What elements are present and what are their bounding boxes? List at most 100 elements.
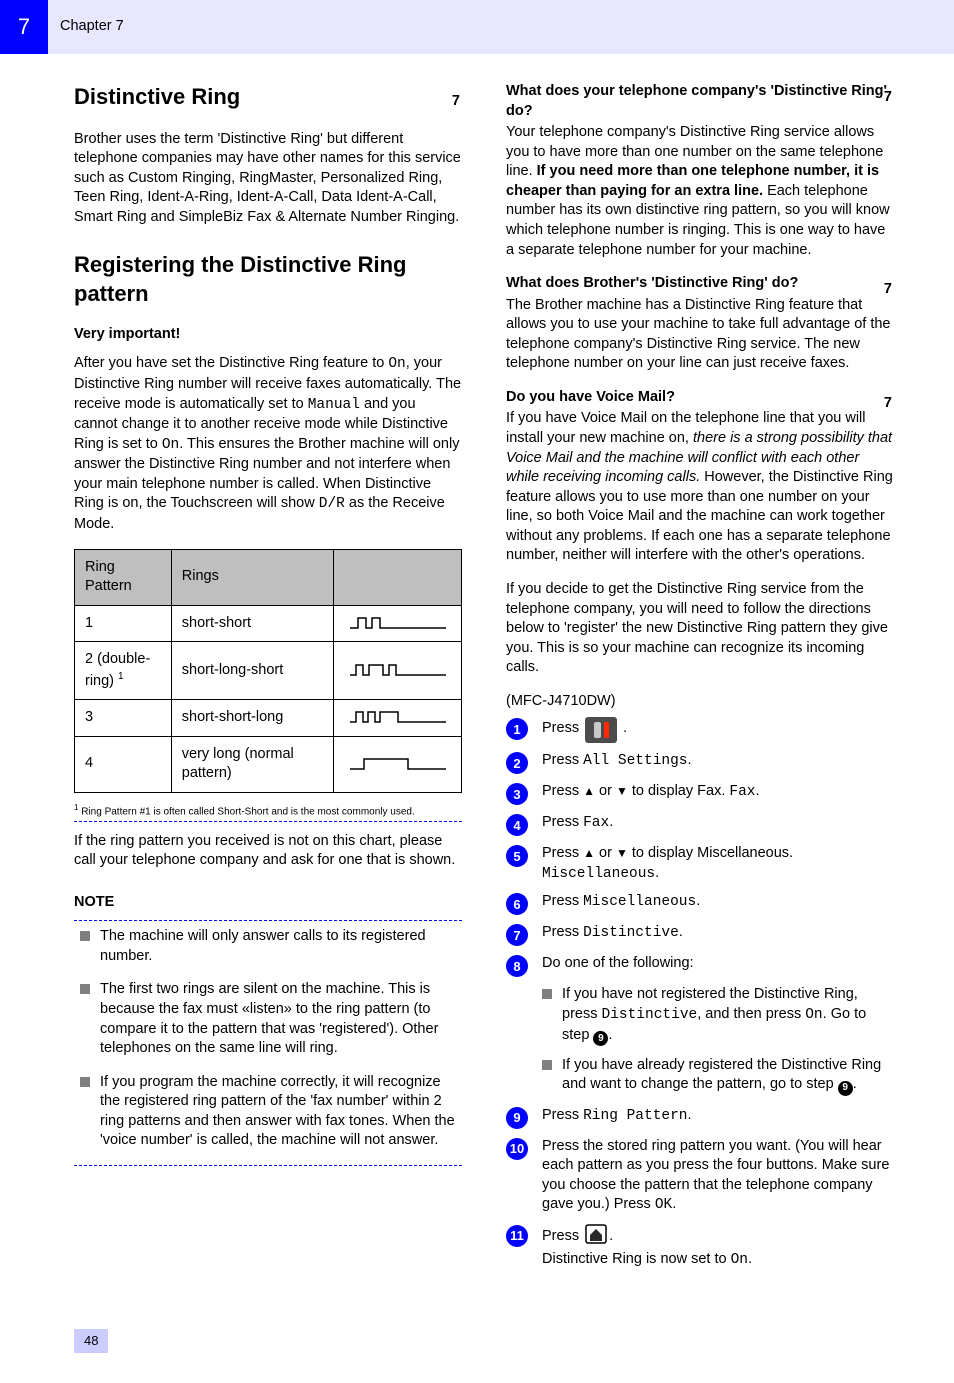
step-2-text: Press All Settings. (542, 751, 894, 772)
very-important: Very important! (74, 325, 462, 345)
subhead-what-does-telco: What does your telephone company's 'Dist… (506, 82, 894, 121)
list-item: If you have already registered the Disti… (542, 1056, 894, 1096)
step-badge-9: 9 (506, 1107, 528, 1129)
pattern-desc: short-long-short (171, 642, 334, 700)
page-number: 48 (74, 1329, 108, 1353)
step-10: 10 Press the stored ring pattern you wan… (506, 1137, 894, 1216)
intro-para-1: Brother uses the term 'Distinctive Ring'… (74, 130, 462, 228)
list-item: If you have not registered the Distincti… (542, 985, 894, 1045)
s5c: to display Miscellaneous. (628, 845, 793, 861)
step-badge-4: 4 (506, 814, 528, 836)
pattern-id: 4 (75, 736, 172, 792)
footnote-text: Ring Pattern #1 is often called Short-Sh… (81, 806, 415, 817)
s3c: to display Fax. (628, 783, 726, 799)
home-icon[interactable] (585, 1224, 607, 1251)
square-bullet-icon (80, 931, 90, 941)
footnote-divider (74, 821, 462, 822)
ref9b: 9 (842, 1081, 848, 1095)
pattern-id: 3 (75, 700, 172, 737)
note-divider-bottom (74, 1165, 462, 1166)
step-badge-6: 6 (506, 893, 528, 915)
step-9: 9 Press Ring Pattern. (506, 1106, 894, 1129)
ref9a: 9 (598, 1032, 604, 1046)
subhead-what-does-brother: What does Brother's 'Distinctive Ring' d… (506, 274, 894, 294)
step-badge-10: 10 (506, 1138, 528, 1160)
subhead-voicemail: Do you have Voice Mail? (506, 388, 894, 408)
step-ref-9-badge[interactable]: 9 (593, 1031, 608, 1046)
step-2: 2 Press All Settings. (506, 751, 894, 774)
note-box: NOTE The machine will only answer calls … (74, 893, 462, 1166)
up-triangle-icon: ▲ (583, 845, 595, 861)
chapter-number: 7 (18, 12, 30, 42)
step-3: 3 Press ▲ or ▼ to display Fax. Fax. (506, 782, 894, 805)
step-badge-8: 8 (506, 955, 528, 977)
registering-para: After you have set the Distinctive Ring … (74, 355, 461, 532)
list-item: The machine will only answer calls to it… (80, 927, 462, 966)
down-triangle-icon: ▼ (616, 783, 628, 799)
step-5: 5 Press ▲ or ▼ to display Miscellaneous.… (506, 844, 894, 884)
step-ref-9-badge[interactable]: 9 (838, 1081, 853, 1096)
voicemail-para: If you have Voice Mail on the telephone … (506, 409, 894, 566)
section-ref-7d: 7 (884, 394, 892, 414)
step-badge-11: 11 (506, 1225, 528, 1247)
s5a: Press (542, 845, 583, 861)
table-footnote: 1 Ring Pattern #1 is often called Short-… (74, 803, 462, 819)
note-text-2: The first two rings are silent on the ma… (100, 980, 462, 1058)
table-row: 2 (double-ring) 1 short-long-short (75, 642, 462, 700)
square-bullet-icon (80, 1077, 90, 1087)
table-row: 1 short-short (75, 605, 462, 642)
step-8b-text: If you have already registered the Disti… (562, 1056, 894, 1096)
pattern-id: 1 (75, 605, 172, 642)
table-header-image (334, 549, 462, 605)
step-10-text: Press the stored ring pattern you want. … (542, 1137, 894, 1216)
table-header-pattern: Ring Pattern (75, 549, 172, 605)
step-1-text-a: Press (542, 720, 583, 736)
steps-list: 1 Press . 2 Press All Settings. 3 (506, 717, 894, 1271)
step-11: 11 Press . Distinctive Ring is now set t… (506, 1224, 894, 1271)
table-row: 3 short-short-long (75, 700, 462, 737)
down-triangle-icon: ▼ (616, 845, 628, 861)
pattern-desc: short-short-long (171, 700, 334, 737)
section-title-distinctive-ring: Distinctive Ring (74, 82, 462, 112)
step-7: 7 Press Distinctive. (506, 923, 894, 946)
section-ref-7c: 7 (884, 280, 892, 300)
pattern-wave (334, 605, 462, 642)
model-label: (MFC-J4710DW) (506, 692, 894, 712)
section-ref-7b: 7 (884, 88, 892, 108)
tools-icon[interactable] (585, 717, 617, 743)
pattern-desc: short-short (171, 605, 334, 642)
table-header-rings: Rings (171, 549, 334, 605)
step-badge-5: 5 (506, 845, 528, 867)
s3a: Press (542, 783, 583, 799)
step-3-text: Press ▲ or ▼ to display Fax. Fax. (542, 782, 894, 803)
step-8a-text: If you have not registered the Distincti… (562, 985, 894, 1045)
step-6: 6 Press Miscellaneous. (506, 892, 894, 915)
step-1-text-b: . (623, 720, 627, 736)
left-column: Distinctive Ring 7 Brother uses the term… (74, 82, 462, 1279)
right-column: What does your telephone company's 'Dist… (506, 82, 894, 1279)
pattern-desc: very long (normal pattern) (171, 736, 334, 792)
note-heading: NOTE (74, 893, 462, 913)
ring-pattern-table: Ring Pattern Rings 1 short-short 2 ( (74, 549, 462, 793)
step-8-text: Do one of the following: (542, 954, 894, 974)
square-bullet-icon (542, 1060, 552, 1070)
step-1: 1 Press . (506, 717, 894, 743)
step-9-text: Press Ring Pattern. (542, 1106, 894, 1127)
step-5-text: Press ▲ or ▼ to display Miscellaneous. M… (542, 844, 894, 884)
list-item: The first two rings are silent on the ma… (80, 980, 462, 1058)
note-text-1: The machine will only answer calls to it… (100, 927, 462, 966)
footnote-2: If the ring pattern you received is not … (74, 832, 462, 871)
s11a: Press (542, 1228, 583, 1244)
step-badge-3: 3 (506, 783, 528, 805)
up-triangle-icon: ▲ (583, 783, 595, 799)
pattern-wave (334, 642, 462, 700)
step-4: 4 Press Fax. (506, 813, 894, 836)
step-11-text: Press . Distinctive Ring is now set to O… (542, 1224, 894, 1271)
telco-para: Your telephone company's Distinctive Rin… (506, 123, 894, 260)
step-8: 8 Do one of the following: (506, 954, 894, 977)
step-badge-2: 2 (506, 752, 528, 774)
step-6-text: Press Miscellaneous. (542, 892, 894, 913)
list-item: If you program the machine correctly, it… (80, 1073, 462, 1151)
footnote-num: 1 (74, 803, 78, 812)
chapter-label: Chapter 7 (60, 17, 124, 37)
